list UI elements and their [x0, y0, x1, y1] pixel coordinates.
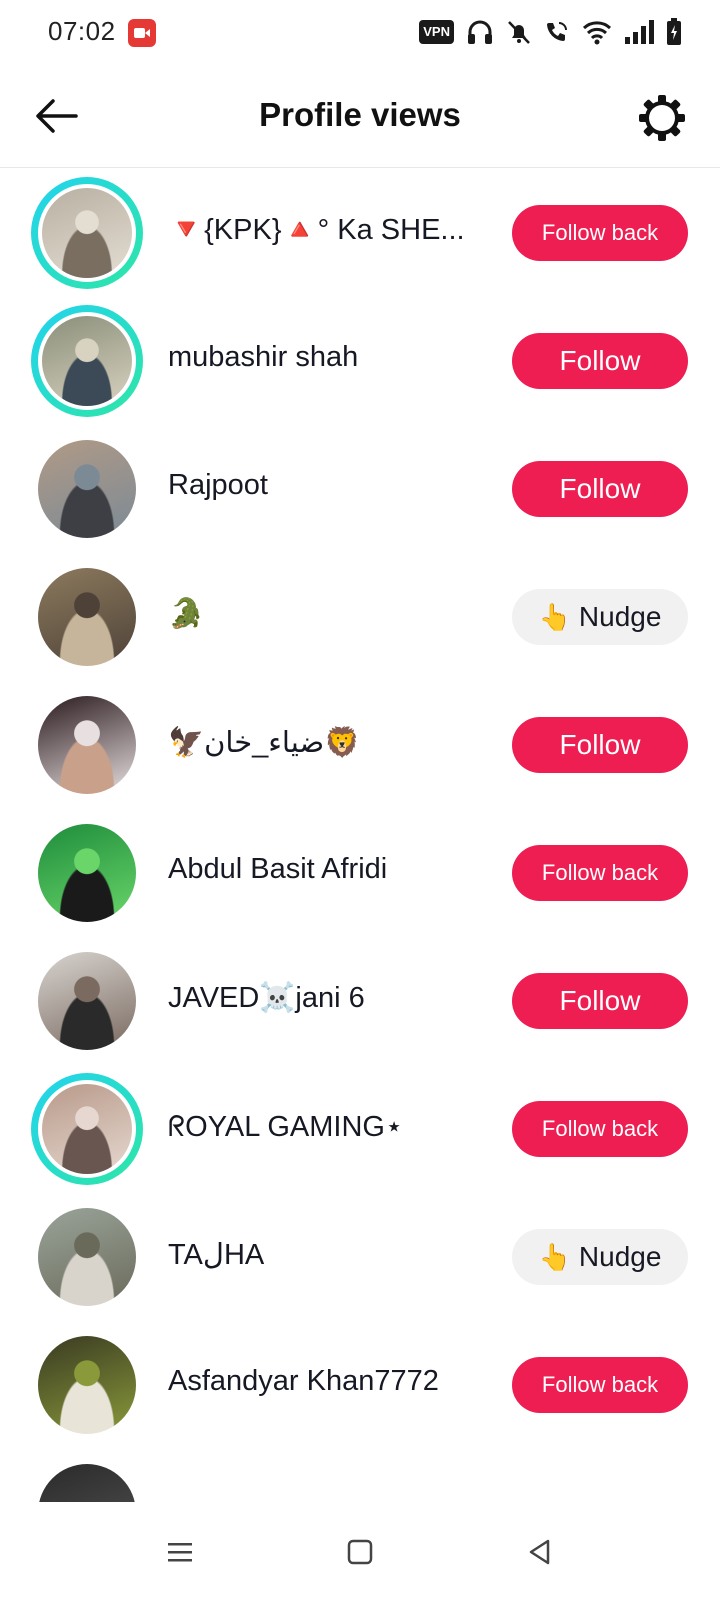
- avatar: [38, 952, 136, 1050]
- avatar: [38, 568, 136, 666]
- viewer-username[interactable]: JAVED☠️jani 6: [168, 981, 365, 1015]
- status-time: 07:02: [48, 16, 116, 46]
- avatar-wrapper[interactable]: [38, 1336, 136, 1434]
- follow-back-button[interactable]: Follow back: [512, 1357, 688, 1413]
- viewer-row[interactable]: Asfandyar Khan7772 Follow back: [0, 1321, 720, 1449]
- viewer-username[interactable]: Rajpoot: [168, 469, 268, 502]
- home-square-icon: [347, 1539, 373, 1565]
- avatar-story-ring[interactable]: [31, 177, 143, 289]
- action-button-label: Follow back: [541, 220, 659, 245]
- avatar-wrapper[interactable]: [38, 440, 136, 538]
- headphones-icon: [468, 20, 492, 44]
- back-nav-button[interactable]: [518, 1530, 562, 1574]
- action-button-label: Nudge: [578, 601, 662, 632]
- viewer-username[interactable]: Asfandyar Khan7772: [168, 1365, 439, 1398]
- avatar: [38, 440, 136, 538]
- action-button-label: Follow: [559, 473, 641, 504]
- avatar-story-ring[interactable]: [31, 1073, 143, 1185]
- action-button-label: Follow: [559, 729, 641, 760]
- avatar-wrapper[interactable]: [38, 952, 136, 1050]
- page-title: Profile views: [259, 96, 461, 133]
- action-button-label: Follow back: [541, 1372, 659, 1397]
- viewer-row[interactable]: Abdul Basit Afridi Follow back: [0, 809, 720, 937]
- follow-back-button[interactable]: Follow back: [512, 845, 688, 901]
- viewer-row[interactable]: 🦅ضياء_خان🦁 Follow: [0, 681, 720, 809]
- viewer-username[interactable]: mubashir shah: [168, 341, 358, 374]
- avatar-wrapper[interactable]: [38, 824, 136, 922]
- avatar-wrapper[interactable]: [38, 1208, 136, 1306]
- profile-views-list[interactable]: 🔻{KPK}🔺° Ka SHE... Follow back mubashir sh…: [0, 169, 720, 1503]
- pointing-hand-icon: 👆: [538, 601, 571, 632]
- nudge-button[interactable]: 👆 Nudge: [512, 589, 688, 645]
- viewer-username[interactable]: 🔻{KPK}🔺° Ka SHE...: [168, 213, 465, 247]
- avatar-story-ring[interactable]: [31, 305, 143, 417]
- viewer-row[interactable]: TAلHA 👆 Nudge: [0, 1193, 720, 1321]
- viewer-username[interactable]: Abdul Basit Afridi: [168, 853, 387, 886]
- back-triangle-icon: [529, 1539, 550, 1565]
- avatar: [38, 824, 136, 922]
- viewer-row[interactable]: JAVED☠️jani 6 Follow: [0, 937, 720, 1065]
- header: Profile views: [0, 64, 720, 168]
- bell-muted-icon: [508, 21, 530, 44]
- follow-back-button[interactable]: Follow back: [512, 205, 688, 261]
- gear-icon: [639, 95, 685, 141]
- pointing-hand-icon: 👆: [538, 1241, 571, 1272]
- viewer-row[interactable]: ᖇOYAL GAMING⋆ Follow back: [0, 1065, 720, 1193]
- action-button-label: Nudge: [578, 1241, 662, 1272]
- avatar: [38, 1336, 136, 1434]
- wifi-icon: [582, 21, 612, 45]
- action-button-label: Follow back: [541, 860, 659, 885]
- signal-icon: [625, 20, 654, 44]
- action-button-label: Follow: [559, 345, 641, 376]
- avatar-wrapper[interactable]: [38, 696, 136, 794]
- avatar-wrapper[interactable]: [38, 568, 136, 666]
- action-button-label: Follow back: [541, 1116, 659, 1141]
- recent-apps-button[interactable]: [158, 1530, 202, 1574]
- status-icons: VPN: [419, 17, 682, 47]
- status-bar: 07:02 VPN: [0, 0, 720, 64]
- follow-back-button[interactable]: Follow back: [512, 1101, 688, 1157]
- vpn-badge: VPN: [419, 20, 454, 44]
- action-button-label: Follow: [559, 985, 641, 1016]
- avatar: [38, 1080, 136, 1178]
- viewer-row[interactable]: mubashir shah Follow: [0, 297, 720, 425]
- avatar: [38, 184, 136, 282]
- screen-record-icon: [128, 19, 156, 47]
- viewer-row[interactable]: Rajpoot Follow: [0, 425, 720, 553]
- viewer-username[interactable]: ᖇOYAL GAMING⋆: [168, 1109, 403, 1144]
- settings-button[interactable]: [634, 90, 690, 146]
- battery-charging-icon: [667, 18, 681, 45]
- system-nav-bar: [0, 1502, 720, 1600]
- avatar: [38, 696, 136, 794]
- viewer-username[interactable]: TAلHA: [168, 1237, 264, 1272]
- wifi-calling-icon: [547, 22, 567, 41]
- viewer-row[interactable]: 🔻{KPK}🔺° Ka SHE... Follow back: [0, 169, 720, 297]
- viewer-username[interactable]: 🦅ضياء_خان🦁: [168, 725, 360, 760]
- viewer-username[interactable]: 🐊: [168, 597, 204, 631]
- home-button[interactable]: [338, 1530, 382, 1574]
- follow-button[interactable]: Follow: [512, 973, 688, 1029]
- viewer-row[interactable]: 🐊 👆 Nudge: [0, 553, 720, 681]
- follow-button[interactable]: Follow: [512, 461, 688, 517]
- avatar: [38, 1208, 136, 1306]
- avatar-partial: [38, 1464, 136, 1503]
- follow-button[interactable]: Follow: [512, 333, 688, 389]
- nudge-button[interactable]: 👆 Nudge: [512, 1229, 688, 1285]
- avatar: [38, 312, 136, 410]
- menu-icon: [168, 1543, 192, 1562]
- follow-button[interactable]: Follow: [512, 717, 688, 773]
